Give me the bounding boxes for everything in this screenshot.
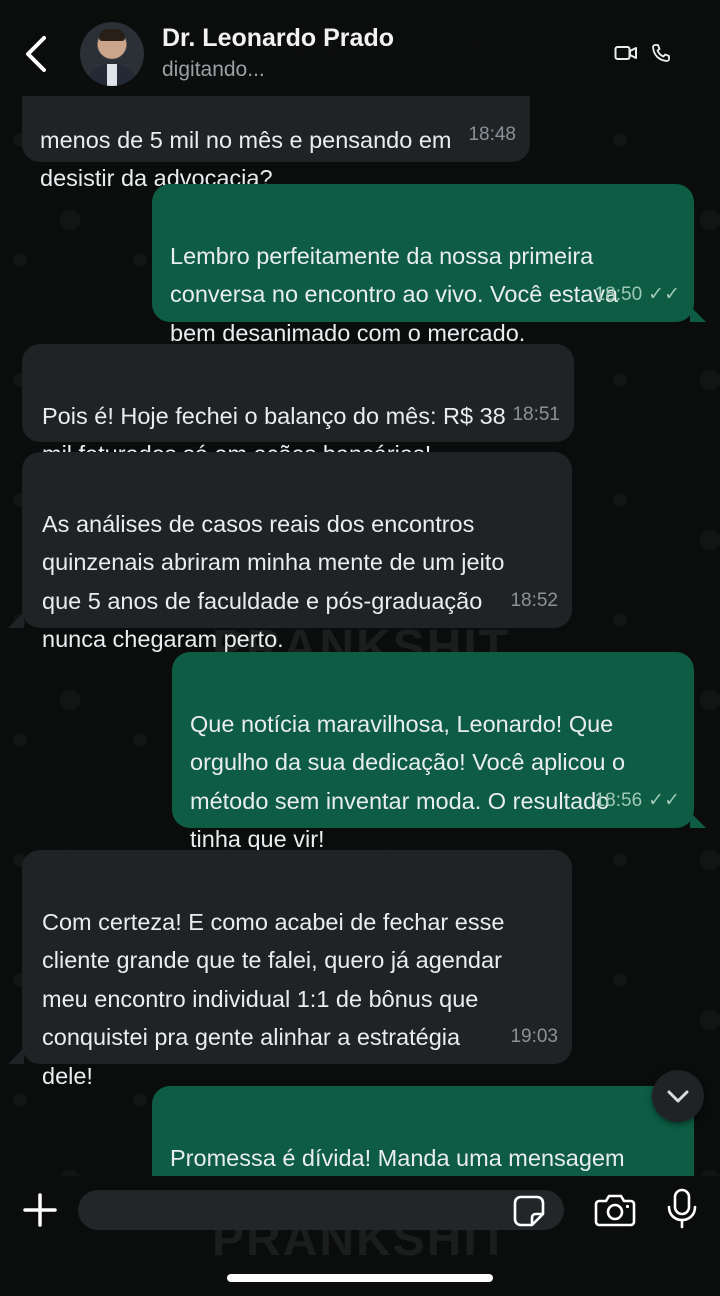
message-time: 19:03 xyxy=(510,1025,558,1047)
chevron-left-icon[interactable] xyxy=(22,34,50,74)
message-input[interactable] xyxy=(78,1190,564,1230)
message-text: Com certeza! E como acabei de fechar ess… xyxy=(42,908,505,1089)
avatar[interactable] xyxy=(80,22,144,86)
message-bubble-incoming[interactable]: Com certeza! E como acabei de fechar ess… xyxy=(22,850,572,1089)
scroll-to-bottom-button[interactable] xyxy=(652,1070,704,1122)
chevron-down-icon xyxy=(667,1090,689,1103)
plus-icon[interactable] xyxy=(22,1192,58,1228)
message-text: As análises de casos reais dos encontros… xyxy=(42,510,505,653)
home-indicator xyxy=(227,1274,493,1282)
bubble-tail xyxy=(8,612,24,628)
message-bubble-outgoing[interactable]: Que notícia maravilhosa, Leonardo! Que o… xyxy=(172,652,694,852)
camera-icon[interactable] xyxy=(594,1192,636,1228)
message-time: 18:56 ✓✓ xyxy=(594,789,680,811)
message-time: 18:48 xyxy=(468,123,516,145)
message-time: 18:51 xyxy=(512,403,560,425)
phone-icon[interactable] xyxy=(651,43,671,63)
sticker-icon[interactable] xyxy=(512,1194,546,1228)
video-camera-icon[interactable] xyxy=(614,44,638,62)
bubble-tail xyxy=(690,812,706,828)
microphone-icon[interactable] xyxy=(666,1188,698,1230)
bubble-tail xyxy=(690,306,706,322)
chat-area[interactable]: PRANKSHIT PRANKSHIT menos de 5 mil no mê… xyxy=(0,0,720,1296)
message-bubble-incoming[interactable]: Pois é! Hoje fechei o balanço do mês: R$… xyxy=(22,344,574,467)
message-bubble-incoming[interactable]: As análises de casos reais dos encontros… xyxy=(22,452,572,652)
contact-status: digitando... xyxy=(162,58,265,81)
double-check-icon: ✓✓ xyxy=(648,789,680,811)
message-bubble-outgoing[interactable]: Lembro perfeitamente da nossa primeira c… xyxy=(152,184,694,346)
bubble-tail xyxy=(8,1048,24,1064)
contact-name[interactable]: Dr. Leonardo Prado xyxy=(162,24,394,53)
double-check-icon: ✓✓ xyxy=(648,283,680,305)
chat-header: Dr. Leonardo Prado digitando... xyxy=(0,0,720,96)
message-time: 18:50 ✓✓ xyxy=(594,283,680,305)
message-time: 18:52 xyxy=(510,589,558,611)
